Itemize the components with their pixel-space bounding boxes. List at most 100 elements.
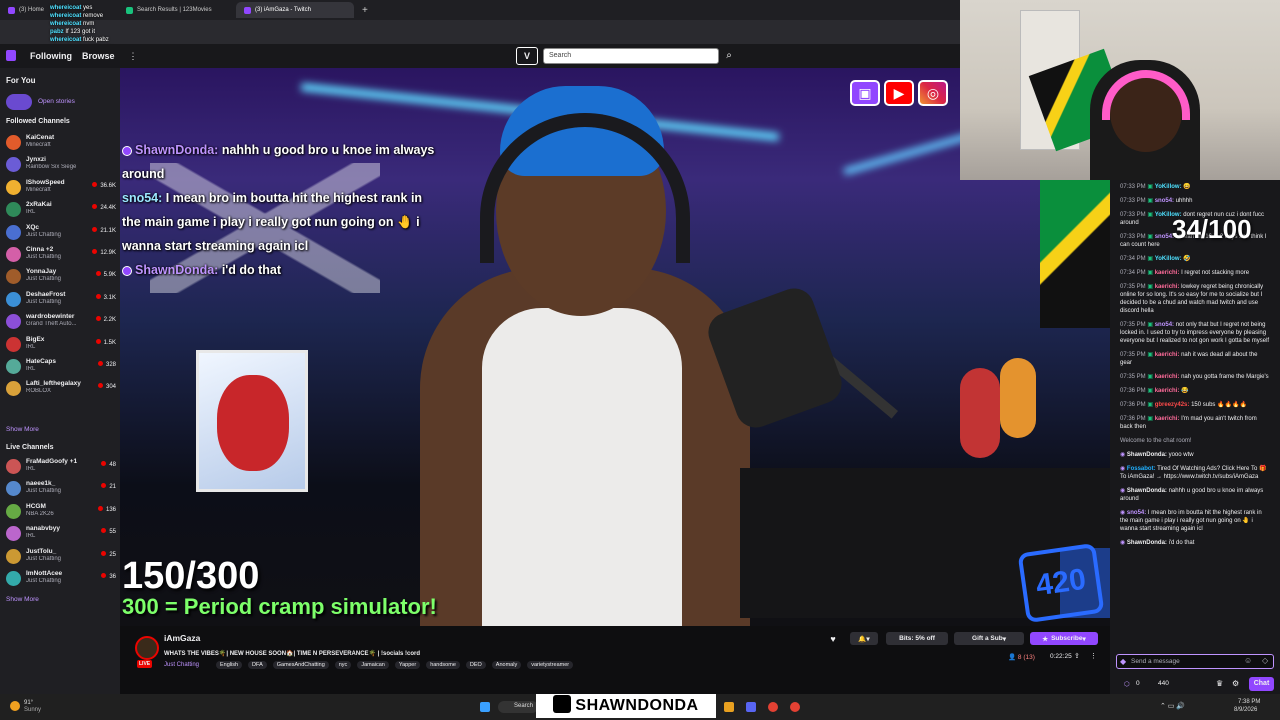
sidebar-channel-item[interactable]: ImNottAcee Just Chatting 36: [4, 568, 118, 590]
sidebar-channel-item[interactable]: 2xRaKai IRL 24.4K: [4, 199, 118, 221]
alert-user: whereicoat: [50, 37, 82, 43]
search-input[interactable]: Search: [543, 48, 719, 64]
chat-username[interactable]: YoKillow:: [1155, 256, 1182, 262]
channel-avatar[interactable]: [135, 636, 159, 660]
sidebar-channel-item[interactable]: Jynxzi Rainbow Six Siege: [4, 154, 118, 176]
channel-game: Minecraft: [26, 186, 51, 193]
subscribe-button[interactable]: ★ Subscribe ▾: [1030, 632, 1098, 645]
chat-send-button[interactable]: Chat: [1249, 677, 1274, 691]
chrome-icon[interactable]: [768, 702, 778, 712]
stream-tag[interactable]: Jamaican: [357, 661, 389, 669]
emote-picker-icon[interactable]: ☺: [1244, 656, 1252, 665]
chat-username[interactable]: kaerichi:: [1155, 374, 1180, 380]
show-more-followed[interactable]: Show More: [6, 426, 39, 433]
windows-start-icon[interactable]: [480, 702, 490, 712]
chat-timestamp: 07:36 PM: [1120, 388, 1146, 394]
chat-username[interactable]: sno54:: [1127, 510, 1146, 516]
channel-points-icon[interactable]: ⬡: [1124, 680, 1130, 688]
chat-message: ◉ ShawnDonda: yooo wtw: [1110, 451, 1280, 459]
alert-user: pabz: [50, 29, 64, 35]
sidebar-channel-item[interactable]: FraMadGoofy +1 IRL 48: [4, 456, 118, 478]
sidebar-channel-item[interactable]: Lafti_lefthegalaxy ROBLOX 304: [4, 378, 118, 400]
stream-tag[interactable]: Yapper: [394, 661, 421, 669]
chat-username[interactable]: gbreezy42s:: [1155, 402, 1190, 408]
open-stories-link[interactable]: Open stories: [38, 98, 75, 105]
bits-icon[interactable]: ◇: [1262, 656, 1268, 665]
discord-icon[interactable]: [746, 702, 756, 712]
verified-badge-icon: [122, 145, 132, 156]
chat-username[interactable]: kaerichi:: [1155, 388, 1180, 394]
share-icon[interactable]: ⇪: [1074, 652, 1080, 660]
bits-button[interactable]: Bits: 5% off: [886, 632, 948, 645]
stream-tag[interactable]: DFA: [248, 661, 267, 669]
gift-label: Gift a Sub: [972, 635, 1003, 642]
chat-timestamp: 07:33 PM: [1120, 184, 1146, 190]
chat-username[interactable]: ShawnDonda:: [1127, 488, 1167, 494]
more-options-icon[interactable]: ⋮: [1090, 652, 1097, 660]
chat-username[interactable]: kaerichi:: [1155, 352, 1180, 358]
show-more-live[interactable]: Show More: [6, 596, 39, 603]
stream-tag[interactable]: nyc: [334, 661, 352, 669]
settings-gear-icon[interactable]: ⚙: [1232, 679, 1239, 688]
sidebar-channel-item[interactable]: wardrobewinter Grand Theft Auto... 2.2K: [4, 311, 118, 333]
sidebar-channel-item[interactable]: Cinna +2 Just Chatting 12.9K: [4, 244, 118, 266]
chat-username[interactable]: kaerichi:: [1155, 416, 1180, 422]
sidebar-channel-item[interactable]: HateCaps IRL 328: [4, 356, 118, 378]
sidebar-channel-item[interactable]: XQc Just Chatting 21.1K: [4, 222, 118, 244]
system-tray-icons[interactable]: ⌃ ▭ 🔊: [1160, 702, 1185, 710]
stream-tag[interactable]: DEO: [465, 661, 486, 669]
sidebar-channel-item[interactable]: DeshaeFrost Just Chatting 3.1K: [4, 289, 118, 311]
gift-sub-button[interactable]: Gift a Sub ▾: [954, 632, 1024, 645]
search-icon[interactable]: ⌕: [722, 48, 736, 64]
viewer-count: 👤 8 (13): [1008, 654, 1035, 661]
verified-badge-icon: [122, 265, 132, 276]
sidebar-channel-item[interactable]: naeee1k_ Just Chatting 21: [4, 478, 118, 500]
extension-logo-icon[interactable]: V: [516, 47, 538, 65]
nav-following[interactable]: Following: [30, 51, 72, 61]
channel-name[interactable]: iAmGaza: [164, 633, 200, 643]
channel-avatar: [6, 269, 21, 285]
stream-tag[interactable]: GamesAndChatting: [272, 661, 329, 669]
more-options-icon[interactable]: ⋮: [129, 51, 138, 62]
chat-username[interactable]: ShawnDonda:: [1127, 452, 1167, 458]
sidebar-channel-item[interactable]: BigEx IRL 1.5K: [4, 334, 118, 356]
channel-viewers: 21: [101, 483, 116, 490]
chat-username[interactable]: kaerichi:: [1155, 284, 1180, 290]
tab-label: (3) Home: [19, 7, 45, 13]
nav-browse[interactable]: Browse: [82, 51, 115, 61]
chat-username[interactable]: ShawnDonda:: [1127, 540, 1167, 546]
file-explorer-icon[interactable]: [724, 702, 734, 712]
chat-timestamp: 07:35 PM: [1120, 284, 1146, 290]
stream-tag[interactable]: handsome: [426, 661, 460, 669]
stream-category[interactable]: Just Chatting: [164, 662, 199, 668]
twitch-logo-icon[interactable]: [6, 50, 16, 61]
new-tab-icon[interactable]: +: [362, 5, 368, 16]
chat-username[interactable]: kaerichi:: [1155, 270, 1180, 276]
stream-tag[interactable]: varietystreamer: [527, 661, 574, 669]
chat-username[interactable]: YoKillow:: [1155, 184, 1182, 190]
alert-text: yes: [83, 5, 93, 11]
chat-username[interactable]: sno54:: [1155, 198, 1174, 204]
chat-username[interactable]: Fossabot:: [1127, 466, 1156, 472]
sidebar-channel-item[interactable]: KaiCenat Minecraft: [4, 132, 118, 154]
follow-heart-icon[interactable]: ♥: [826, 632, 840, 645]
stream-tag[interactable]: Anomaly: [491, 661, 522, 669]
weather-sun-icon[interactable]: [10, 701, 20, 711]
sidebar-channel-item[interactable]: nanabvbyy IRL 55: [4, 523, 118, 545]
notifications-bell-icon[interactable]: 🔔▾: [850, 632, 878, 645]
chat-text: 😂: [1181, 388, 1189, 394]
chrome-icon[interactable]: [790, 702, 800, 712]
chat-timestamp: 07:34 PM: [1120, 270, 1146, 276]
sidebar-channel-item[interactable]: IShowSpeed Minecraft 36.6K: [4, 177, 118, 199]
chat-username[interactable]: sno54:: [1155, 322, 1174, 328]
crown-icon[interactable]: ♛: [1216, 679, 1223, 688]
sub-badge-icon: ▣: [1147, 284, 1155, 290]
chat-badge-icon[interactable]: ◆: [1120, 657, 1126, 666]
sidebar-channel-item[interactable]: HCGM NBA 2K26 136: [4, 501, 118, 523]
channel-name: FraMadGoofy +1: [26, 458, 78, 465]
sidebar-channel-item[interactable]: YonnaJay Just Chatting 5.9K: [4, 266, 118, 288]
browser-tab-active[interactable]: (3) iAmGaza - Twitch: [236, 2, 354, 18]
stories-avatars[interactable]: [6, 94, 32, 110]
stream-tag[interactable]: English: [216, 661, 243, 669]
sidebar-channel-item[interactable]: JustTolu_ Just Chatting 25: [4, 546, 118, 568]
